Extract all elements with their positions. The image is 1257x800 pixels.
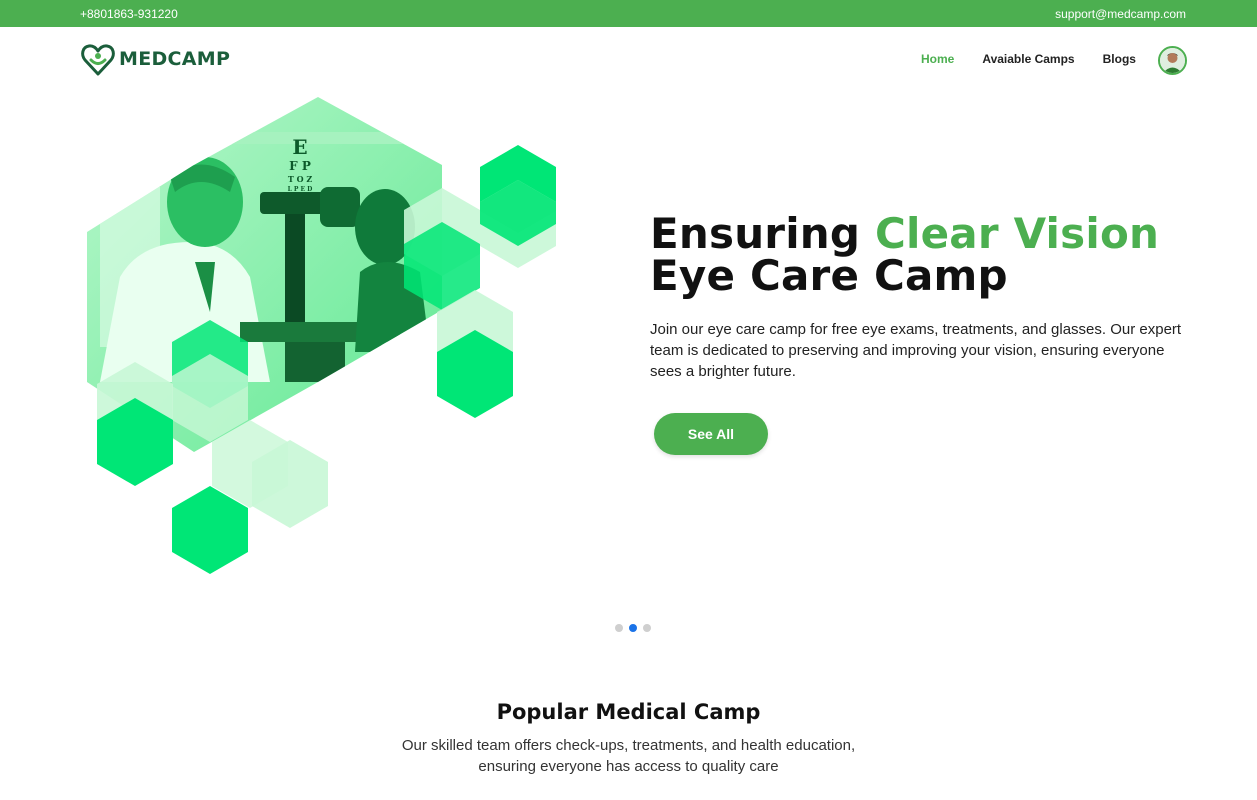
eye-exam-photo: E F P T O Z L P E D: [87, 97, 556, 574]
support-email[interactable]: support@medcamp.com: [1055, 7, 1186, 21]
carousel-dots: [615, 624, 651, 632]
popular-subtitle-line-1: Our skilled team offers check-ups, treat…: [401, 737, 856, 754]
see-all-button[interactable]: See All: [654, 413, 768, 455]
carousel-dot-2[interactable]: [629, 624, 637, 632]
eye-chart-line-1: E: [292, 135, 307, 159]
nav-links: Home Avaiable Camps Blogs: [921, 52, 1164, 66]
nav-home[interactable]: Home: [921, 52, 954, 66]
nav-available-camps[interactable]: Avaiable Camps: [982, 52, 1074, 66]
user-avatar-icon: [1160, 48, 1185, 73]
heart-person-icon: [81, 44, 115, 76]
eye-chart-line-2: F P: [289, 159, 311, 173]
hero-description: Join our eye care camp for free eye exam…: [650, 321, 1182, 380]
eye-chart-line-3: T O Z: [288, 174, 312, 184]
carousel-dot-3[interactable]: [643, 624, 651, 632]
nav-blogs[interactable]: Blogs: [1103, 52, 1136, 66]
hero-title: Ensuring Clear Vision Eye Care Camp: [650, 213, 1190, 297]
user-avatar[interactable]: [1158, 46, 1187, 75]
main-navbar: MEDCAMP Home Avaiable Camps Blogs: [0, 27, 1257, 92]
hero-content: Ensuring Clear Vision Eye Care Camp Join…: [650, 213, 1190, 382]
carousel-dot-1[interactable]: [615, 624, 623, 632]
brand-name: MEDCAMP: [119, 48, 231, 70]
eye-chart-line-4: L P E D: [288, 186, 313, 193]
brand-logo[interactable]: MEDCAMP: [80, 41, 230, 77]
hero-title-line2: Eye Care Camp: [650, 251, 1008, 300]
popular-camp-heading: Popular Medical Camp: [496, 700, 761, 724]
phone-number[interactable]: +8801863-931220: [80, 7, 178, 21]
popular-subtitle-line-2: ensuring everyone has access to quality …: [478, 758, 779, 775]
popular-camp-subtitle: Our skilled team offers check-ups, treat…: [0, 735, 1257, 777]
top-contact-bar: +8801863-931220 support@medcamp.com: [0, 0, 1257, 27]
